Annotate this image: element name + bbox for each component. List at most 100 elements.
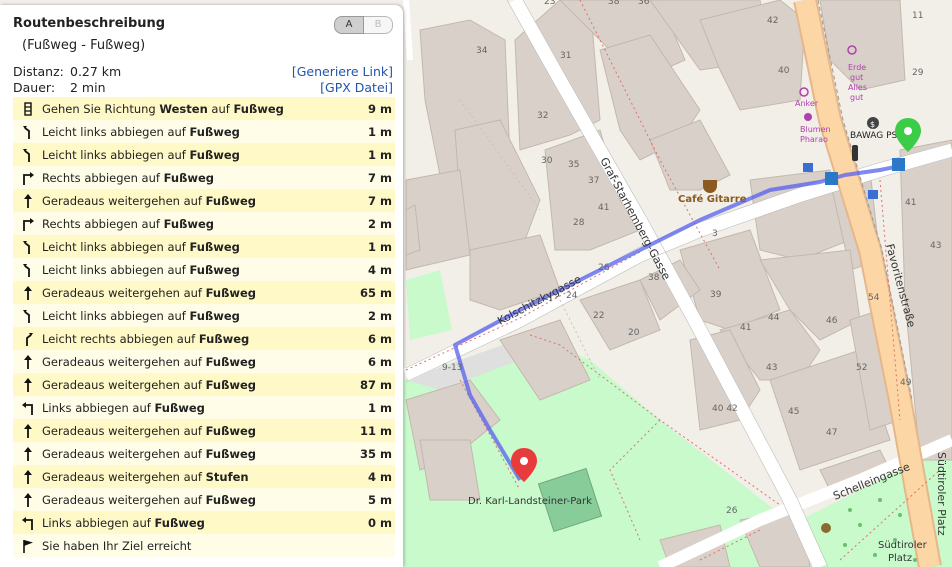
step-road-name: Fußweg <box>154 400 205 415</box>
step-instruction: Leicht links abbiegen auf Fußweg <box>42 263 342 277</box>
poi-erde-label: Alles <box>848 83 867 92</box>
house-number: 45 <box>788 407 799 417</box>
route-step[interactable]: Geradeaus weitergehen auf Fußweg 87 m <box>13 373 395 396</box>
step-distance: 1 m <box>368 147 392 162</box>
house-number: 37 <box>588 176 599 186</box>
route-step[interactable]: Leicht links abbiegen auf Fußweg 1 m <box>13 120 395 143</box>
poi-erde-label: Erde <box>848 63 866 72</box>
house-number: 38 <box>608 0 620 7</box>
route-step[interactable]: Geradeaus weitergehen auf Fußweg 5 m <box>13 488 395 511</box>
route-steps-list: Gehen Sie Richtung Westen auf Fußweg 9 m L… <box>13 97 395 557</box>
house-number: 41 <box>905 198 916 208</box>
slight-left-arrow-icon <box>13 125 42 139</box>
generate-link[interactable]: [Generiere Link] <box>292 64 393 79</box>
house-number: 46 <box>826 316 838 326</box>
step-instruction: Leicht links abbiegen auf Fußweg <box>42 125 342 139</box>
straight-arrow-icon <box>13 446 42 461</box>
duration-label: Dauer: <box>13 80 56 95</box>
route-step[interactable]: Geradeaus weitergehen auf Fußweg 65 m <box>13 281 395 304</box>
step-instruction: Leicht links abbiegen auf Fußweg <box>42 240 342 254</box>
step-text: Geradeaus weitergehen auf <box>42 193 206 208</box>
route-step[interactable]: Geradeaus weitergehen auf Fußweg 7 m <box>13 189 395 212</box>
step-distance: 1 m <box>368 239 392 254</box>
step-road-name: Fußweg <box>163 216 214 231</box>
street-label-suedtiroler: Südtiroler Platz <box>935 452 948 536</box>
step-instruction: Links abbiegen auf Fußweg <box>42 516 342 530</box>
step-distance: 4 m <box>368 262 392 277</box>
step-road-name: Fußweg <box>189 262 240 277</box>
straight-arrow-icon <box>13 423 42 438</box>
house-number: 29 <box>912 68 924 78</box>
step-instruction: Geradeaus weitergehen auf Fußweg <box>42 424 342 438</box>
house-number: 11 <box>912 11 923 21</box>
step-instruction: Geradeaus weitergehen auf Fußweg <box>42 378 342 392</box>
route-step[interactable]: Leicht links abbiegen auf Fußweg 1 m <box>13 235 395 258</box>
step-distance: 87 m <box>360 377 392 392</box>
house-number: 32 <box>537 111 548 121</box>
house-number: 3 <box>712 229 718 239</box>
route-step[interactable]: Geradeaus weitergehen auf Fußweg 11 m <box>13 419 395 442</box>
route-step[interactable]: Leicht links abbiegen auf Fußweg 2 m <box>13 304 395 327</box>
step-instruction: Leicht links abbiegen auf Fußweg <box>42 148 342 162</box>
route-step[interactable]: Links abbiegen auf Fußweg 1 m <box>13 396 395 419</box>
step-instruction: Rechts abbiegen auf Fußweg <box>42 171 342 185</box>
step-instruction: Geradeaus weitergehen auf Fußweg <box>42 355 342 369</box>
route-step[interactable]: Rechts abbiegen auf Fußweg 7 m <box>13 166 395 189</box>
step-distance: 1 m <box>368 400 392 415</box>
duration-value: 2 min <box>70 80 106 95</box>
route-step[interactable]: Leicht rechts abbiegen auf Fußweg 6 m <box>13 327 395 350</box>
cafe-label: Café Gitarre <box>678 193 747 205</box>
house-number: 36 <box>638 0 650 7</box>
house-number: 44 <box>768 313 780 323</box>
step-road-name: Fußweg <box>205 423 257 438</box>
route-step[interactable]: Sie haben Ihr Ziel erreicht <box>13 534 395 557</box>
turn-left-arrow-icon <box>13 401 42 415</box>
step-distance: 1 m <box>368 124 392 139</box>
route-step[interactable]: Rechts abbiegen auf Fußweg 2 m <box>13 212 395 235</box>
step-distance: 6 m <box>368 331 392 346</box>
step-text: Leicht links abbiegen auf <box>42 239 190 254</box>
step-road-name: Fußweg <box>205 377 257 392</box>
duration-row: Dauer: 2 min <box>13 80 106 95</box>
step-text: Leicht links abbiegen auf <box>42 308 190 323</box>
gpx-file-link[interactable]: [GPX Datei] <box>320 80 393 95</box>
route-step[interactable]: Links abbiegen auf Fußweg 0 m <box>13 511 395 534</box>
place-suedtiroler-label: Südtiroler <box>878 540 928 551</box>
playground-icon <box>821 523 831 533</box>
slight-left-arrow-icon <box>13 148 42 162</box>
step-road-name: Fußweg <box>189 147 240 162</box>
route-b-button[interactable]: B <box>364 16 393 34</box>
house-number: 31 <box>560 51 571 61</box>
step-instruction: Geradeaus weitergehen auf Fußweg <box>42 194 342 208</box>
step-direction: Westen <box>159 101 208 116</box>
house-number: 42 <box>767 16 778 26</box>
place-suedtiroler-label: Platz <box>888 553 912 564</box>
step-text: Leicht links abbiegen auf <box>42 124 190 139</box>
route-step[interactable]: Geradeaus weitergehen auf Fußweg 6 m <box>13 350 395 373</box>
house-number: 9-13 <box>442 363 462 373</box>
distance-row: Distanz: 0.27 km <box>13 64 121 79</box>
poi-blumen-label: Pharao <box>800 135 828 144</box>
route-step[interactable]: Gehen Sie Richtung Westen auf Fußweg 9 m <box>13 97 395 120</box>
step-instruction: Sie haben Ihr Ziel erreicht <box>42 539 342 553</box>
straight-arrow-icon <box>13 193 42 208</box>
house-number: 47 <box>826 428 837 438</box>
step-text: Gehen Sie Richtung <box>42 101 160 116</box>
route-description-panel: Routenbeschreibung A B (Fußweg - Fußweg)… <box>0 5 403 567</box>
step-instruction: Geradeaus weitergehen auf Stufen <box>42 470 342 484</box>
step-road-name: Fußweg <box>205 446 257 461</box>
route-step[interactable]: Geradeaus weitergehen auf Stufen 4 m <box>13 465 395 488</box>
route-step[interactable]: Geradeaus weitergehen auf Fußweg 35 m <box>13 442 395 465</box>
step-distance: 6 m <box>368 354 392 369</box>
house-number: 40 42 <box>712 404 738 414</box>
step-distance: 65 m <box>360 285 392 300</box>
step-text: Geradeaus weitergehen auf <box>42 446 206 461</box>
route-step[interactable]: Leicht links abbiegen auf Fußweg 1 m <box>13 143 395 166</box>
step-text: Geradeaus weitergehen auf <box>42 354 206 369</box>
house-number: 26 <box>726 506 738 516</box>
house-number: 38 <box>648 273 660 283</box>
step-distance: 5 m <box>368 492 392 507</box>
step-text: Rechts abbiegen auf <box>42 216 164 231</box>
route-step[interactable]: Leicht links abbiegen auf Fußweg 4 m <box>13 258 395 281</box>
route-a-button[interactable]: A <box>334 16 364 34</box>
